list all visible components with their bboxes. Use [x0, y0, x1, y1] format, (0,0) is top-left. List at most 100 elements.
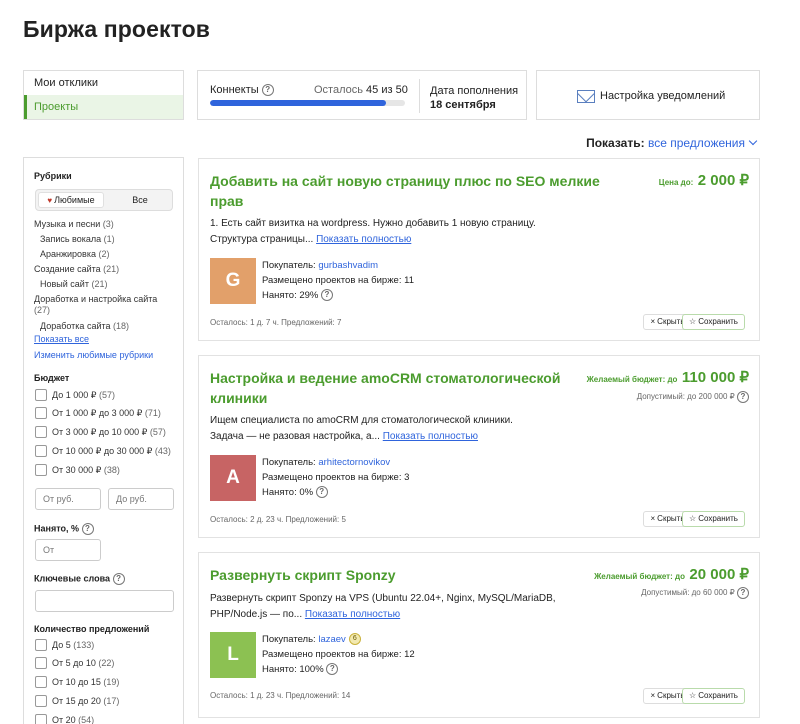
help-icon[interactable]: ? [261, 84, 274, 97]
budget-option-label: От 1 000 ₽ до 3 000 ₽ [52, 408, 143, 418]
budget-title: Бюджет [34, 373, 70, 383]
rubric-label: Аранжировка [40, 249, 96, 259]
keywords-title: Ключевые слова [34, 573, 111, 584]
project-title[interactable]: Развернуть скрипт Sponzy [210, 565, 600, 585]
rubric-count: (27) [34, 305, 51, 315]
close-icon: × [650, 514, 656, 523]
project-card: Настройка и ведение amoCRM стоматологиче… [198, 355, 760, 538]
buyer-label: Покупатель: [262, 457, 316, 468]
project-meta: Осталось: 2 д. 23 ч. Предложений: 5 [210, 515, 346, 524]
projects-nav: Мои отклики Проекты [23, 70, 184, 120]
rubric-count: (1) [103, 234, 115, 244]
rubric-item[interactable]: Запись вокала (1) [40, 234, 115, 245]
rubrics-segmented-control: ♥ Любимые Все [35, 189, 173, 211]
budget-checkbox[interactable] [35, 445, 47, 457]
show-full-link[interactable]: Показать полностью [316, 234, 411, 245]
offers-option-count: (133) [73, 640, 95, 650]
avatar[interactable]: L [210, 632, 256, 678]
segment-favorites[interactable]: ♥ Любимые [38, 192, 104, 208]
segment-all[interactable]: Все [108, 192, 172, 208]
rubric-item[interactable]: Аранжировка (2) [40, 249, 109, 260]
buyer-link[interactable]: lazaev [318, 634, 345, 645]
buyer-link[interactable]: arhitectornovikov [318, 457, 390, 468]
rubric-count: (21) [103, 264, 120, 274]
offers-checkbox[interactable] [35, 714, 47, 724]
save-label: Сохранить [698, 691, 738, 700]
notification-settings-button[interactable]: Настройка уведомлений [536, 70, 760, 120]
buyer-label: Покупатель: [262, 260, 316, 271]
project-description-more: Структура страницы... [210, 234, 314, 245]
show-dropdown[interactable]: все предложения [648, 136, 745, 150]
budget-checkbox[interactable] [35, 464, 47, 476]
budget-checkbox[interactable] [35, 407, 47, 419]
rubric-item[interactable]: Доработка сайта (18) [40, 321, 129, 332]
budget-option-count: (57) [98, 390, 115, 400]
help-icon[interactable]: ? [315, 486, 328, 499]
project-description-more: Задача — не разовая настройка, а... [210, 431, 380, 442]
offers-checkbox[interactable] [35, 676, 47, 688]
hired-from-input[interactable]: От [35, 539, 101, 561]
budget-checkbox[interactable] [35, 426, 47, 438]
show-full-link[interactable]: Показать полностью [383, 431, 478, 442]
placed-count: Размещено проектов на бирже: 3 [262, 472, 410, 483]
rubric-item[interactable]: Новый сайт (21) [40, 279, 107, 290]
help-icon[interactable]: ? [112, 573, 125, 585]
hired-percent: Нанято: 29% [262, 290, 319, 301]
nav-my-responses[interactable]: Мои отклики [24, 71, 183, 95]
project-title[interactable]: Добавить на сайт новую страницу плюс по … [210, 171, 600, 211]
placed-count: Размещено проектов на бирже: 12 [262, 649, 415, 660]
rubric-item[interactable]: Создание сайта (21) [34, 264, 119, 275]
hide-label: Скрыть [657, 691, 685, 700]
avatar[interactable]: G [210, 258, 256, 304]
edit-favorite-rubrics-link[interactable]: Изменить любимые рубрики [34, 350, 153, 361]
rubric-item[interactable]: Музыка и песни (3) [34, 219, 114, 230]
hired-percent: Нанято: 0% [262, 487, 314, 498]
project-meta: Осталось: 1 д. 23 ч. Предложений: 14 [210, 691, 351, 700]
allowed-budget: Допустимый: до 60 000 ₽ [641, 588, 735, 598]
offers-option-label: От 5 до 10 [52, 658, 96, 668]
help-icon[interactable]: ? [737, 391, 749, 403]
avatar[interactable]: A [210, 455, 256, 501]
show-all-rubrics-link[interactable]: Показать все [34, 334, 89, 345]
offers-checkbox[interactable] [35, 695, 47, 707]
rubric-count: (21) [91, 279, 108, 289]
budget-checkbox[interactable] [35, 389, 47, 401]
rubric-count: (3) [102, 219, 114, 229]
help-icon[interactable]: ? [737, 587, 749, 599]
notification-settings-label: Настройка уведомлений [600, 90, 726, 102]
show-filter[interactable]: Показать: все предложения [586, 136, 758, 150]
project-title[interactable]: Настройка и ведение amoCRM стоматологиче… [210, 368, 600, 408]
save-label: Сохранить [698, 317, 738, 326]
save-button[interactable]: ☆ Сохранить [682, 688, 745, 704]
hired-title: Нанято, % [34, 523, 79, 534]
help-icon[interactable]: ? [326, 663, 339, 676]
connects-progress-fill [210, 100, 386, 106]
help-icon[interactable]: ? [81, 523, 94, 535]
envelope-icon [577, 90, 595, 103]
save-button[interactable]: ☆ Сохранить [682, 511, 745, 527]
nav-projects[interactable]: Проекты [24, 95, 183, 119]
rubric-item[interactable]: Доработка и настройка сайта (27) [34, 294, 157, 316]
project-card: Развернуть скрипт Sponzy Желаемый бюджет… [198, 552, 760, 718]
star-icon: ☆ [689, 691, 697, 700]
budget-to-input[interactable]: До руб. [108, 488, 174, 510]
offers-option-label: От 15 до 20 [52, 696, 101, 706]
buyer-link[interactable]: gurbashvadim [318, 260, 378, 271]
budget-from-input[interactable]: От руб. [35, 488, 101, 510]
help-icon[interactable]: ? [321, 289, 333, 302]
offers-checkbox[interactable] [35, 639, 47, 651]
show-full-link[interactable]: Показать полностью [305, 609, 400, 620]
offers-checkbox[interactable] [35, 657, 47, 669]
save-button[interactable]: ☆ Сохранить [682, 314, 745, 330]
price-label: Цена до: [658, 178, 694, 187]
save-label: Сохранить [698, 514, 738, 523]
buyer-badge-icon: 6 [348, 633, 361, 646]
close-icon: × [650, 691, 656, 700]
keywords-input[interactable] [35, 590, 174, 612]
rubric-label: Создание сайта [34, 264, 101, 274]
rubric-label: Доработка и настройка сайта [34, 294, 158, 304]
buyer-label: Покупатель: [262, 634, 316, 645]
rubric-label: Новый сайт [40, 279, 89, 289]
hired-percent: Нанято: 100% [262, 664, 324, 675]
rubric-count: (2) [98, 249, 110, 259]
